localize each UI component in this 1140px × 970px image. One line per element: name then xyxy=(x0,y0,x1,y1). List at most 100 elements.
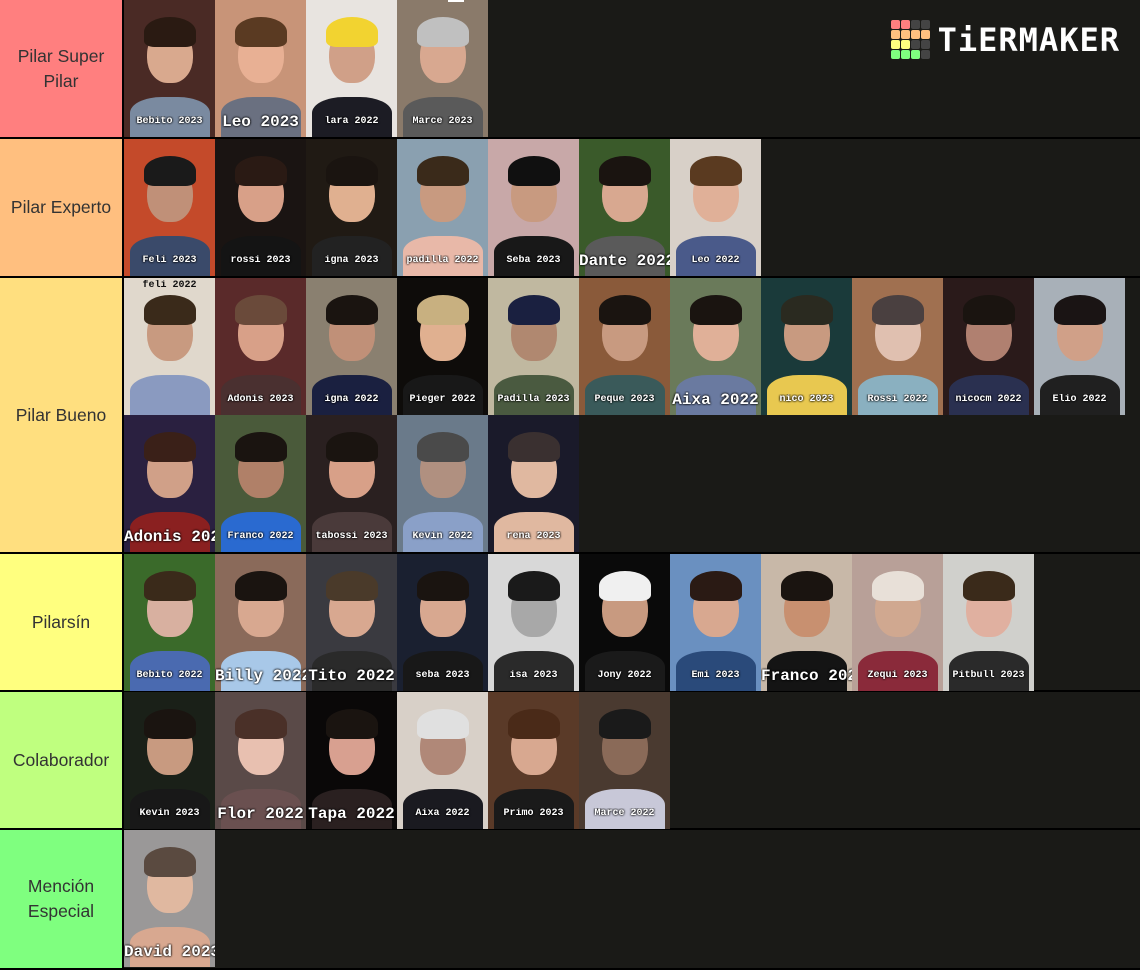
tier-item-card[interactable]: Leo 2022 xyxy=(670,139,761,276)
tier-item-card[interactable]: Marce 2022 xyxy=(579,692,670,829)
item-caption: Billy 2022 xyxy=(215,667,306,685)
photo-hair-shape xyxy=(689,155,742,186)
tier-item-card[interactable]: Kevin 2023 xyxy=(124,692,215,829)
tier-item-card[interactable]: Bebito 2022 xyxy=(124,554,215,691)
tier-item-card[interactable]: Flor 2022 xyxy=(215,692,306,829)
tier-item-card[interactable]: nico 2023 xyxy=(761,278,852,415)
item-caption: Pieger 2022 xyxy=(409,394,476,405)
tier-item-card[interactable]: nicocm 2022 xyxy=(943,278,1034,415)
tier-item-card[interactable]: Feli 2023 xyxy=(124,139,215,276)
logo-grid-cell xyxy=(900,40,910,49)
tier-item-card[interactable]: Elio 2022 xyxy=(1034,278,1125,415)
tier-label[interactable]: Mención Especial xyxy=(0,830,124,968)
photo-hair-shape xyxy=(507,570,560,601)
tier-item-card[interactable]: Leo 2023 xyxy=(215,0,306,137)
photo-hair-shape xyxy=(416,16,469,47)
tier-items: David 2023 xyxy=(124,830,1140,968)
tier-label[interactable]: Pilar Bueno xyxy=(0,278,124,552)
item-caption: Elio 2022 xyxy=(1052,394,1107,405)
drag-indicator xyxy=(448,0,464,2)
tier-item-card[interactable]: Pitbull 2023 xyxy=(943,554,1034,691)
item-caption: Padilla 2023 xyxy=(497,394,570,405)
item-caption: Marce 2023 xyxy=(412,116,473,127)
tier-item-card[interactable]: Padilla 2023 xyxy=(488,278,579,415)
tier-item-card[interactable]: Pieger 2022 xyxy=(397,278,488,415)
item-caption: David 2023 xyxy=(124,943,215,961)
photo-hair-shape xyxy=(234,570,287,601)
tier-item-card[interactable]: igna 2022 xyxy=(306,278,397,415)
tier-item-card[interactable]: padilla 2022 xyxy=(397,139,488,276)
photo-hair-shape xyxy=(234,294,287,325)
photo-hair-shape xyxy=(325,155,378,186)
tier-label[interactable]: Colaborador xyxy=(0,692,124,828)
logo-grid-cell xyxy=(900,30,910,39)
tier-item-card[interactable]: igna 2023 xyxy=(306,139,397,276)
logo-grid-cell xyxy=(920,50,930,59)
tier-item-card[interactable]: Emi 2023 xyxy=(670,554,761,691)
tier-item-card[interactable]: Bebito 2023 xyxy=(124,0,215,137)
item-caption: lara 2022 xyxy=(324,116,379,127)
tier-label[interactable]: Pilar Super Pilar xyxy=(0,0,124,137)
tier-items: Feli 2023 rossi 2023 igna 2023 padilla 2022… xyxy=(124,139,1140,276)
photo-hair-shape xyxy=(234,155,287,186)
photo-hair-shape xyxy=(962,570,1015,601)
item-caption: feli 2022 xyxy=(142,280,197,291)
tier-item-card[interactable]: rossi 2023 xyxy=(215,139,306,276)
item-caption: Adonis 2023 xyxy=(227,394,294,405)
tier-item-card[interactable]: Adonis 2023 xyxy=(215,278,306,415)
photo-hair-shape xyxy=(143,846,196,877)
tier-item-card[interactable]: Peque 2023 xyxy=(579,278,670,415)
tier-item-card[interactable]: Aixa 2022 xyxy=(670,278,761,415)
item-caption: Peque 2023 xyxy=(594,394,655,405)
tier-label[interactable]: Pilarsín xyxy=(0,554,124,690)
tier-item-card[interactable]: Kevin 2022 xyxy=(397,415,488,552)
photo-hair-shape xyxy=(325,294,378,325)
tier-item-card[interactable]: Tapa 2022 xyxy=(306,692,397,829)
tier-item-card[interactable]: David 2023 xyxy=(124,830,215,967)
tier-item-card[interactable]: rena 2023 xyxy=(488,415,579,552)
tier-item-card[interactable]: lara 2022 xyxy=(306,0,397,137)
tier-item-card[interactable]: seba 2023 xyxy=(397,554,488,691)
item-caption: Bebito 2023 xyxy=(136,116,203,127)
tier-item-card[interactable]: Aixa 2022 xyxy=(397,692,488,829)
photo-body-shape xyxy=(129,375,210,415)
tier-item-card[interactable]: Jony 2022 xyxy=(579,554,670,691)
photo-hair-shape xyxy=(1053,294,1106,325)
item-caption: Flor 2022 xyxy=(217,805,304,823)
tier-item-card[interactable]: Tito 2022 xyxy=(306,554,397,691)
tier-label[interactable]: Pilar Experto xyxy=(0,139,124,276)
item-caption: rossi 2023 xyxy=(230,255,291,266)
photo-hair-shape xyxy=(143,431,196,462)
tier-item-card[interactable]: feli 2022 xyxy=(124,278,215,415)
item-caption: seba 2023 xyxy=(415,670,470,681)
tier-item-card[interactable]: Franco 2022 xyxy=(215,415,306,552)
tier-item-card[interactable]: Primo 2023 xyxy=(488,692,579,829)
tier-item-card[interactable]: Billy 2022 xyxy=(215,554,306,691)
tier-item-card[interactable]: Rossi 2022 xyxy=(852,278,943,415)
photo-hair-shape xyxy=(143,16,196,47)
photo-hair-shape xyxy=(689,294,742,325)
tier-item-card[interactable]: Franco 2022 xyxy=(761,554,852,691)
tier-item-card[interactable]: Dante 2022 xyxy=(579,139,670,276)
item-caption: igna 2022 xyxy=(324,394,379,405)
logo-text: TiERMAKER xyxy=(937,20,1120,59)
logo-grid-cell xyxy=(900,20,910,29)
tier-item-card[interactable]: isa 2023 xyxy=(488,554,579,691)
item-caption: Bebito 2022 xyxy=(136,670,203,681)
photo-hair-shape xyxy=(325,431,378,462)
tier-items: feli 2022 Adonis 2023 igna 2022 Pieger 2022… xyxy=(124,278,1140,552)
item-caption: isa 2023 xyxy=(509,670,558,681)
tier-item-card[interactable]: Marce 2023 xyxy=(397,0,488,137)
tier-item-card[interactable]: Adonis 2023 xyxy=(124,415,215,552)
item-caption: Zequi 2023 xyxy=(867,670,928,681)
item-caption: Emi 2023 xyxy=(691,670,740,681)
photo-hair-shape xyxy=(962,294,1015,325)
logo-grid-cell xyxy=(910,20,920,29)
tier-item-card[interactable]: tabossi 2023 xyxy=(306,415,397,552)
photo-hair-shape xyxy=(143,155,196,186)
item-caption: Pitbull 2023 xyxy=(952,670,1025,681)
item-caption: Leo 2022 xyxy=(691,255,740,266)
tier-item-card[interactable]: Seba 2023 xyxy=(488,139,579,276)
photo-hair-shape xyxy=(143,708,196,739)
tier-item-card[interactable]: Zequi 2023 xyxy=(852,554,943,691)
